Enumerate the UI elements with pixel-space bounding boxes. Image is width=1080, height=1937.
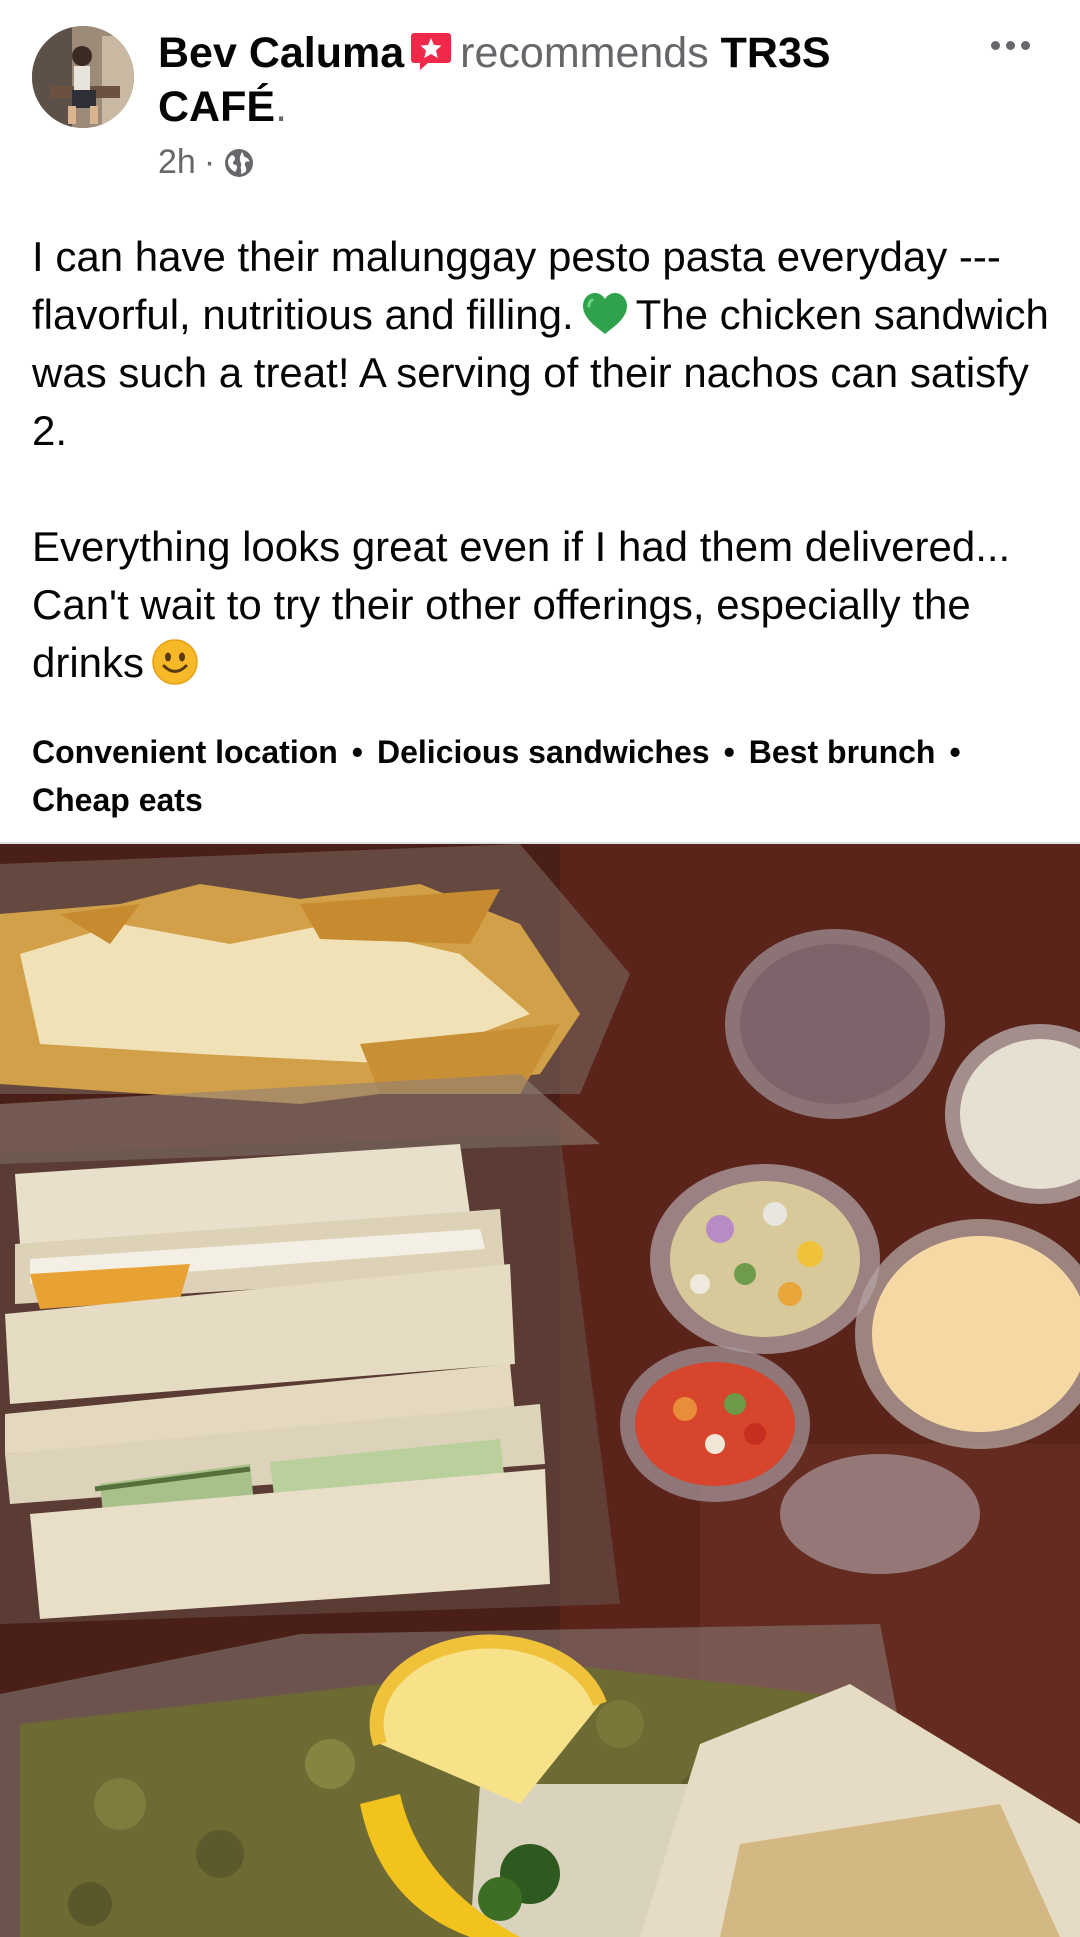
food-photo: [0, 844, 1080, 1937]
more-dot: [1005, 40, 1015, 50]
page-name-suffix: .: [275, 83, 288, 131]
post-meta: 2h ·: [158, 143, 255, 182]
tag-item: Delicious sandwiches: [377, 734, 710, 770]
avatar-photo: [32, 26, 134, 128]
tag-separator: •: [723, 734, 735, 770]
more-dot: [990, 40, 1000, 50]
globe-icon[interactable]: [223, 147, 255, 179]
tag-item: Convenient location: [32, 734, 338, 770]
tag-item: Cheap eats: [32, 782, 203, 818]
more-dot: [1020, 40, 1030, 50]
author-name[interactable]: Bev Caluma: [158, 29, 404, 77]
tag-separator: •: [949, 734, 961, 770]
timestamp[interactable]: 2h: [158, 143, 196, 182]
more-options-button[interactable]: [980, 30, 1040, 60]
avatar[interactable]: [32, 26, 134, 128]
post-paragraph-1: I can have their malunggay pesto pasta e…: [32, 228, 1052, 460]
green-heart-icon: [582, 293, 627, 334]
post-text: I can have their malunggay pesto pasta e…: [32, 228, 1052, 692]
recommendation-tags: Convenient location • Delicious sandwiches…: [32, 728, 1052, 824]
tag-item: Best brunch: [748, 734, 936, 770]
post-photo[interactable]: [0, 842, 1080, 1937]
recommend-badge-icon: [411, 33, 452, 70]
post-header-text: Bev Caluma recommends TR3S CAFÉ.: [158, 26, 918, 134]
recommends-label: recommends: [460, 29, 709, 77]
meta-separator: ·: [203, 143, 216, 181]
post-header: Bev Caluma recommends TR3S CAFÉ. 2h ·: [0, 0, 1080, 200]
smiling-face-icon: [152, 639, 198, 685]
tag-separator: •: [351, 734, 363, 770]
post-paragraph-2: Everything looks great even if I had the…: [32, 518, 1052, 692]
